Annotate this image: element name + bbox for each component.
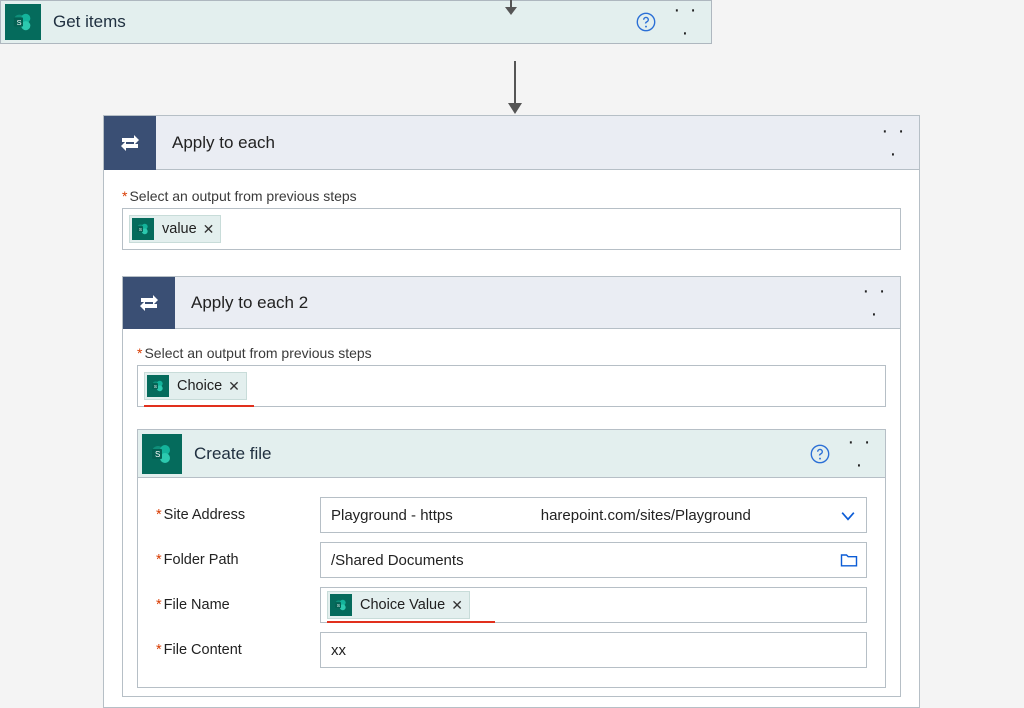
ate-output-input[interactable]: S value ✕ <box>122 208 901 250</box>
file-content-label: *File Content <box>156 642 320 658</box>
token-choice[interactable]: S Choice ✕ <box>144 372 247 400</box>
ate2-output-input[interactable]: S Choice ✕ <box>137 365 886 407</box>
apply-to-each-2-header[interactable]: Apply to each 2 · · · <box>123 277 900 329</box>
svg-text:S: S <box>139 227 142 232</box>
token-remove[interactable]: ✕ <box>228 378 240 395</box>
token-choice-value[interactable]: S Choice Value ✕ <box>327 591 470 619</box>
loop-icon <box>123 277 175 329</box>
help-icon[interactable] <box>635 11 657 33</box>
apply-to-each-action: Apply to each · · · *Select an output fr… <box>103 115 920 708</box>
token-label: value <box>162 221 197 237</box>
highlight-underline <box>144 405 254 407</box>
file-content-input[interactable]: xx <box>320 632 867 668</box>
token-value[interactable]: S value ✕ <box>129 215 221 243</box>
flow-arrow-partial <box>498 0 524 16</box>
sharepoint-icon: S <box>147 375 169 397</box>
svg-text:S: S <box>155 450 160 459</box>
chevron-down-icon[interactable] <box>838 506 858 530</box>
apply-to-each-2-action: Apply to each 2 · · · *Select an output … <box>122 276 901 697</box>
site-address-label: *Site Address <box>156 507 320 523</box>
create-file-header[interactable]: S Create file · · · <box>138 430 885 478</box>
create-file-title: Create file <box>194 444 809 464</box>
sharepoint-icon: S <box>5 4 41 40</box>
site-address-dropdown[interactable]: Playground - https harepoint.com/sites/P… <box>320 497 867 533</box>
flow-designer-canvas: S Get items · · · Apply to each · · · *S… <box>0 0 1024 680</box>
create-file-menu[interactable]: · · · <box>845 431 875 477</box>
apply-to-each-2-title: Apply to each 2 <box>175 293 860 313</box>
loop-icon <box>104 116 156 170</box>
token-label: Choice Value <box>360 597 445 613</box>
apply-to-each-menu[interactable]: · · · <box>879 120 909 166</box>
apply-to-each-header[interactable]: Apply to each · · · <box>104 116 919 170</box>
svg-text:S: S <box>337 603 340 608</box>
ate2-select-label: *Select an output from previous steps <box>137 345 886 361</box>
flow-arrow <box>502 61 528 115</box>
sharepoint-icon: S <box>132 218 154 240</box>
file-name-label: *File Name <box>156 597 320 613</box>
create-file-action: S Create file · · · <box>137 429 886 688</box>
highlight-underline <box>327 621 495 623</box>
get-items-menu[interactable]: · · · <box>671 0 701 45</box>
help-icon[interactable] <box>809 443 831 465</box>
token-label: Choice <box>177 378 222 394</box>
sharepoint-icon: S <box>142 434 182 474</box>
file-name-input[interactable]: S Choice Value ✕ <box>320 587 867 623</box>
folder-path-input[interactable]: /Shared Documents <box>320 542 867 578</box>
svg-text:S: S <box>17 18 22 27</box>
token-remove[interactable]: ✕ <box>451 597 463 614</box>
svg-text:S: S <box>154 384 157 389</box>
apply-to-each-2-menu[interactable]: · · · <box>860 280 890 326</box>
ate-select-label: *Select an output from previous steps <box>122 188 901 204</box>
token-remove[interactable]: ✕ <box>203 221 215 238</box>
sharepoint-icon: S <box>330 594 352 616</box>
apply-to-each-title: Apply to each <box>156 133 879 153</box>
folder-path-label: *Folder Path <box>156 552 320 568</box>
folder-picker-icon[interactable] <box>838 550 860 574</box>
get-items-title: Get items <box>53 12 635 32</box>
get-items-action[interactable]: S Get items · · · <box>0 0 712 44</box>
